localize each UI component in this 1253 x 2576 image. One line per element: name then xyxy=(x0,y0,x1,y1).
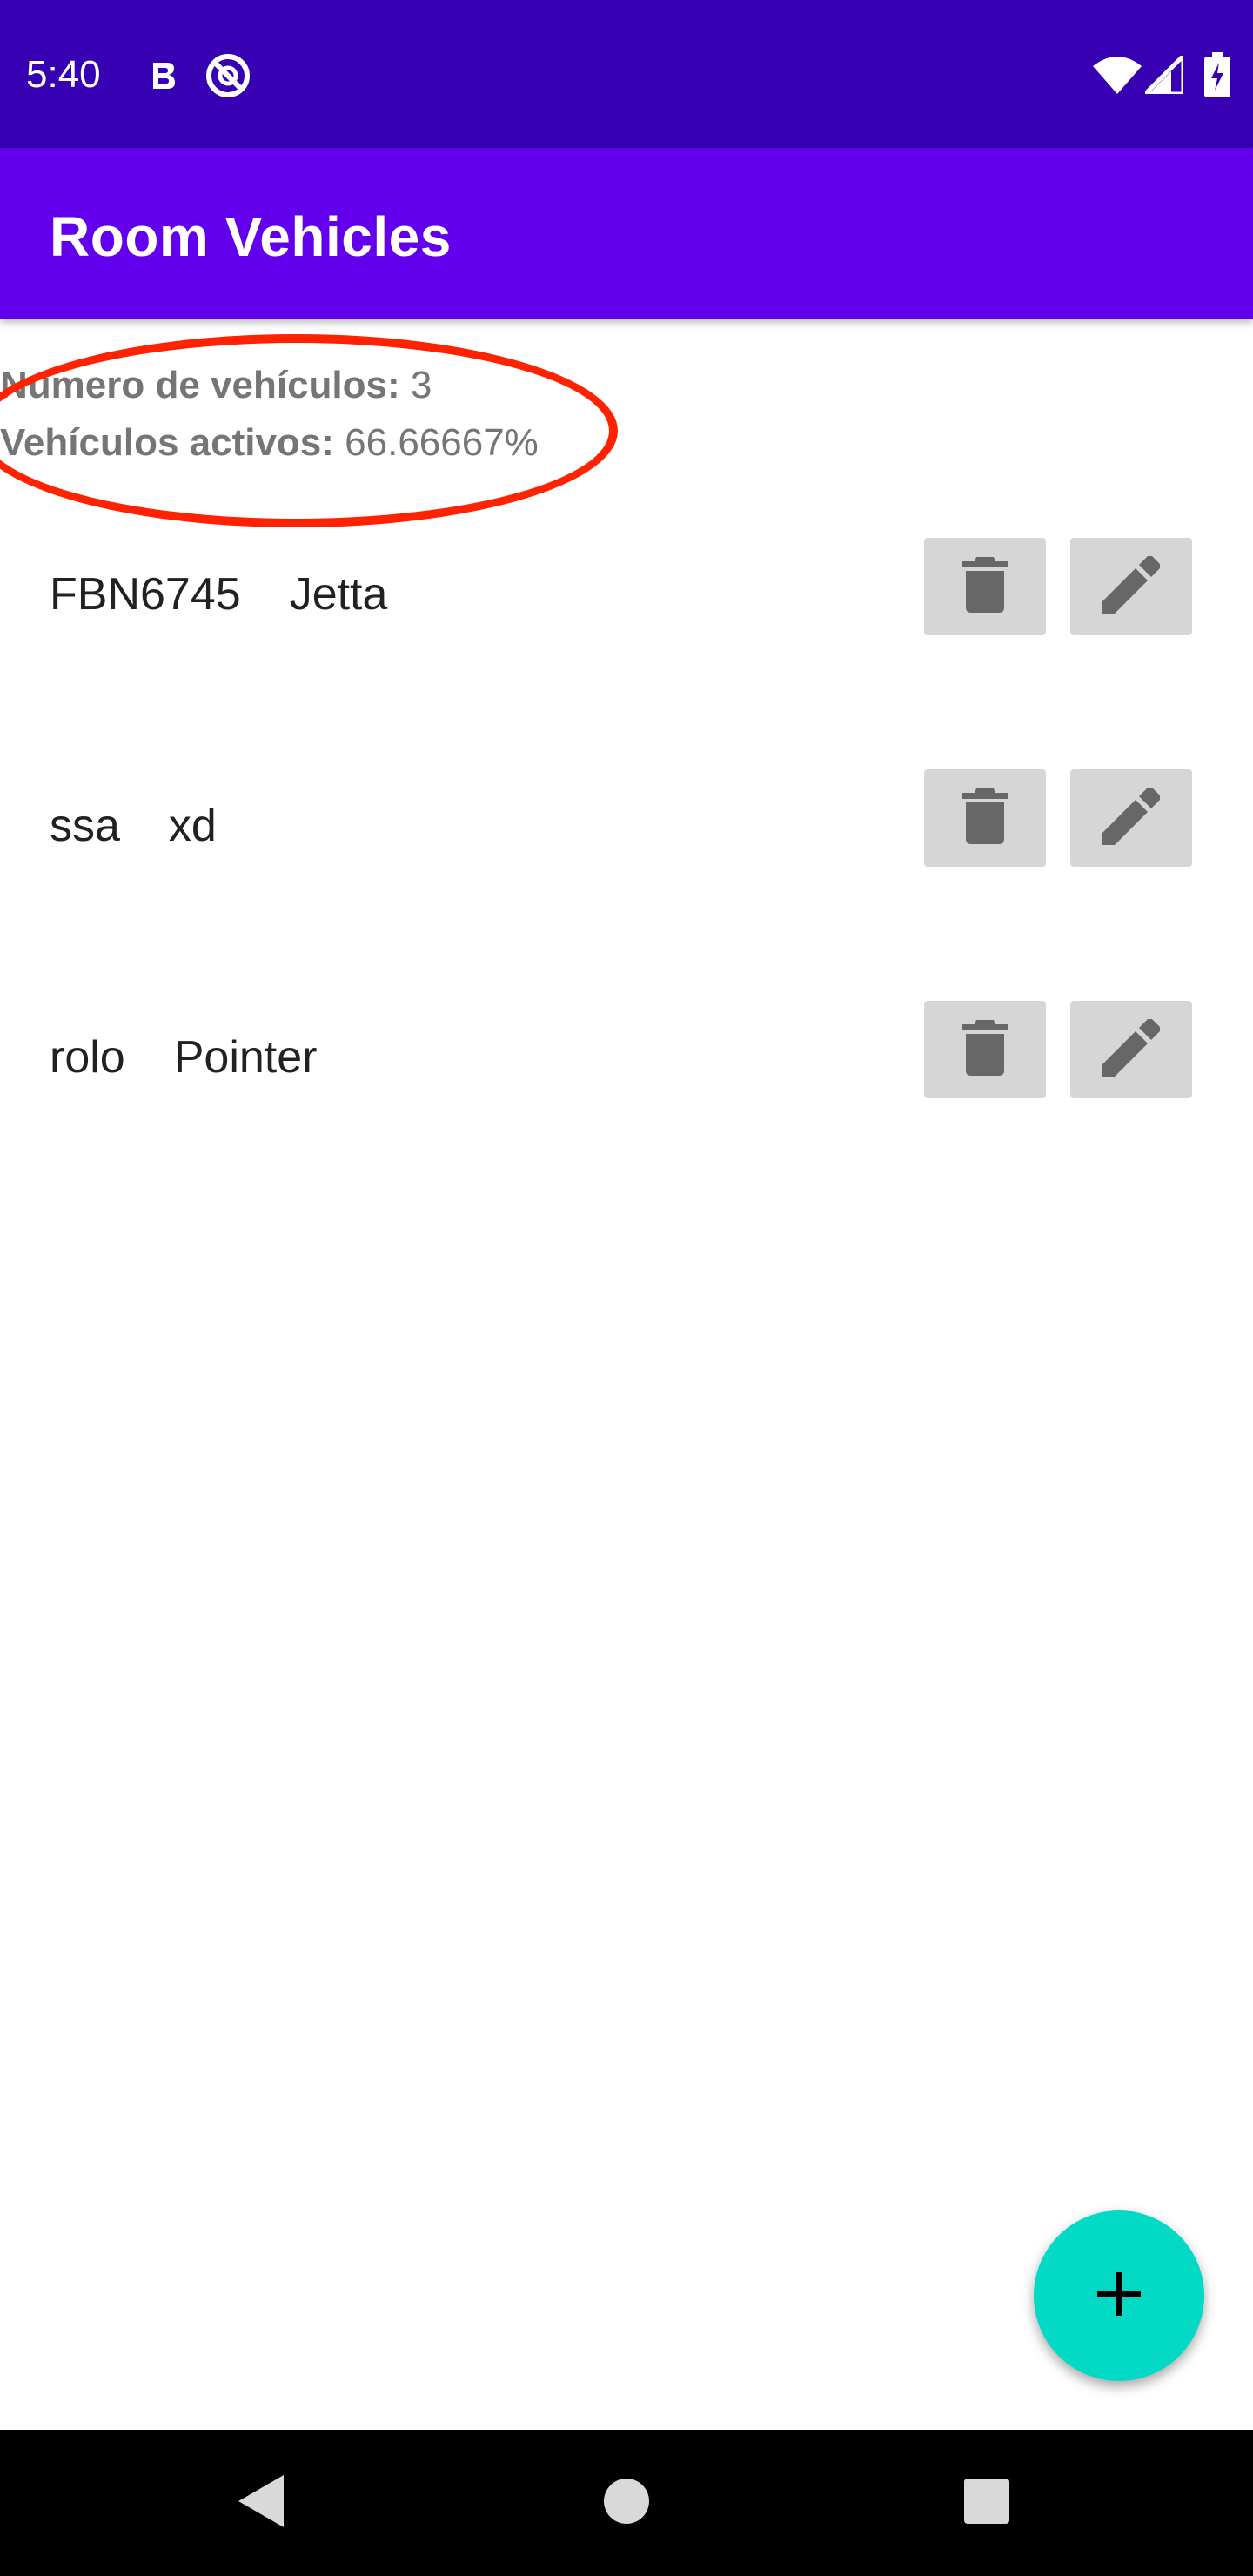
list-item: FBN6745 Jetta xyxy=(0,522,1253,754)
navigation-bar xyxy=(0,2430,1253,2576)
add-vehicle-button[interactable] xyxy=(1034,2210,1204,2381)
edit-button[interactable] xyxy=(1070,1001,1192,1098)
vehicle-plate: rolo xyxy=(50,1032,125,1083)
status-bar: 5:40 xyxy=(0,0,1253,148)
vehicle-list: FBN6745 Jetta ssa xd rolo Pointer xyxy=(0,522,1253,1217)
recents-square-icon xyxy=(964,2478,1009,2528)
vehicle-model: Pointer xyxy=(173,1032,318,1083)
status-time: 5:40 xyxy=(26,53,101,96)
vehicle-count-value: 3 xyxy=(399,364,432,406)
vehicle-model: xd xyxy=(168,801,217,851)
vehicle-summary: Numero de vehículos: 3 Vehículos activos… xyxy=(0,357,539,472)
active-vehicles-label: Vehículos activos: xyxy=(0,421,334,464)
delete-button[interactable] xyxy=(924,769,1046,867)
pencil-icon xyxy=(1102,786,1161,849)
do-not-disturb-icon xyxy=(204,52,251,99)
home-circle-icon xyxy=(604,2478,649,2528)
signal-icon xyxy=(1145,56,1183,94)
vehicle-model: Jetta xyxy=(289,569,388,620)
b-notification-icon xyxy=(148,57,178,92)
vehicle-plate: FBN6745 xyxy=(50,569,241,620)
delete-button[interactable] xyxy=(924,1001,1046,1098)
home-button[interactable] xyxy=(592,2468,661,2538)
pencil-icon xyxy=(1102,554,1161,618)
app-bar: Room Vehicles xyxy=(0,148,1253,319)
edit-button[interactable] xyxy=(1070,769,1192,867)
pencil-icon xyxy=(1102,1017,1161,1081)
page-title: Room Vehicles xyxy=(50,205,452,268)
vehicle-plate: ssa xyxy=(50,801,120,851)
vehicle-count-line: Numero de vehículos: 3 xyxy=(0,357,539,414)
list-item: ssa xd xyxy=(0,754,1253,985)
trash-icon xyxy=(962,556,1008,617)
wifi-icon xyxy=(1093,56,1142,94)
battery-charging-icon xyxy=(1204,52,1230,97)
back-triangle-icon xyxy=(238,2474,284,2532)
list-item: rolo Pointer xyxy=(0,985,1253,1217)
trash-icon xyxy=(962,788,1008,849)
delete-button[interactable] xyxy=(924,538,1046,635)
vehicle-text: ssa xd xyxy=(50,797,217,855)
vehicle-text: rolo Pointer xyxy=(50,1029,317,1086)
recents-button[interactable] xyxy=(952,2468,1022,2538)
back-button[interactable] xyxy=(226,2468,296,2538)
edit-button[interactable] xyxy=(1070,538,1192,635)
plus-icon xyxy=(1097,2271,1141,2320)
trash-icon xyxy=(962,1019,1008,1080)
vehicle-text: FBN6745 Jetta xyxy=(50,566,387,623)
active-vehicles-value: 66.66667% xyxy=(333,421,539,464)
vehicle-count-label: Numero de vehículos: xyxy=(0,364,400,406)
active-vehicles-line: Vehículos activos: 66.66667% xyxy=(0,414,539,472)
